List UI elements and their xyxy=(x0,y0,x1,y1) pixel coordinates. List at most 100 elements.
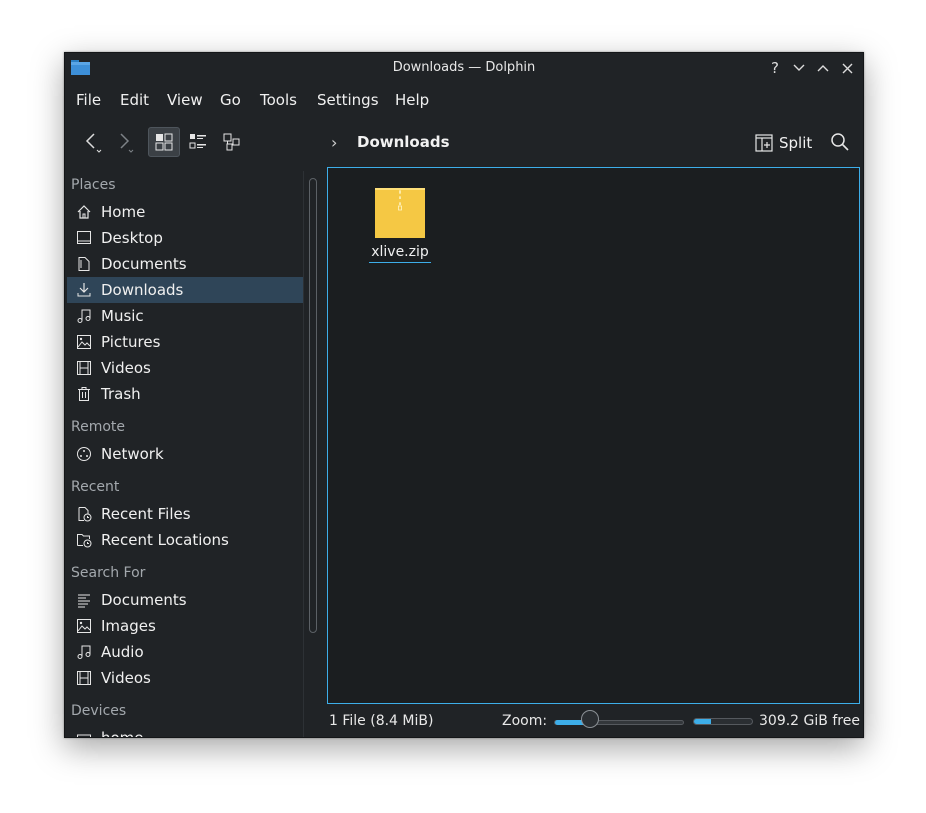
menu-settings[interactable]: Settings xyxy=(317,91,379,109)
minimize-button[interactable] xyxy=(789,58,809,78)
menu-go[interactable]: Go xyxy=(220,91,241,109)
disk-space-bar[interactable] xyxy=(693,718,753,725)
videos-icon xyxy=(75,669,93,687)
sidebar-item-label: Downloads xyxy=(101,281,184,299)
section-search-for: Search For xyxy=(71,565,146,581)
close-button[interactable] xyxy=(837,58,857,78)
menu-bar: File Edit View Go Tools Settings Help xyxy=(65,85,863,115)
sidebar-item-label: Documents xyxy=(101,255,187,273)
menu-file[interactable]: File xyxy=(76,91,101,109)
sidebar-item-label: Videos xyxy=(101,359,151,377)
videos-icon xyxy=(75,359,93,377)
file-item[interactable]: xlive.zip xyxy=(368,188,432,263)
section-devices: Devices xyxy=(71,703,127,719)
help-button[interactable]: ? xyxy=(765,58,785,78)
sidebar-item-search-images[interactable]: Images xyxy=(67,613,303,639)
sidebar-item-desktop[interactable]: Desktop xyxy=(67,225,303,251)
documents-icon xyxy=(75,255,93,273)
zoom-label: Zoom: xyxy=(502,713,548,729)
sidebar-item-pictures[interactable]: Pictures xyxy=(67,329,303,355)
sidebar-item-search-documents[interactable]: Documents xyxy=(67,587,303,613)
documents-search-icon xyxy=(75,591,93,609)
section-places: Places xyxy=(71,177,116,193)
file-name: xlive.zip xyxy=(369,244,431,263)
window-title: Downloads — Dolphin xyxy=(392,60,536,75)
breadcrumb-current[interactable]: Downloads xyxy=(357,133,450,151)
sidebar-item-label: Trash xyxy=(101,385,141,403)
audio-icon xyxy=(75,643,93,661)
sidebar-item-documents[interactable]: Documents xyxy=(67,251,303,277)
trash-icon xyxy=(75,385,93,403)
chevron-down-icon xyxy=(793,64,805,71)
close-icon xyxy=(842,63,852,73)
file-view[interactable]: xlive.zip xyxy=(327,167,860,704)
icons-view-icon xyxy=(155,133,173,151)
sidebar-scrollbar[interactable] xyxy=(309,178,317,633)
sidebar-item-search-videos[interactable]: Videos xyxy=(67,665,303,691)
details-view-button[interactable] xyxy=(216,127,248,157)
back-button[interactable] xyxy=(77,127,109,157)
network-icon xyxy=(75,445,93,463)
sidebar-item-label: Music xyxy=(101,307,144,325)
maximize-button[interactable] xyxy=(813,58,833,78)
details-view-icon xyxy=(223,133,240,151)
menu-tools[interactable]: Tools xyxy=(260,91,297,109)
back-arrow-icon xyxy=(85,133,102,153)
images-icon xyxy=(75,617,93,635)
compact-view-icon xyxy=(189,134,206,149)
music-icon xyxy=(75,307,93,325)
zoom-slider[interactable] xyxy=(554,720,684,725)
sidebar-item-music[interactable]: Music xyxy=(67,303,303,329)
disk-space-used xyxy=(694,719,712,724)
sidebar-item-trash[interactable]: Trash xyxy=(67,381,303,407)
forward-button[interactable] xyxy=(109,127,141,157)
sidebar-item-label: Documents xyxy=(101,591,187,609)
title-bar[interactable]: Downloads — Dolphin ? xyxy=(65,53,863,83)
compact-view-button[interactable] xyxy=(182,127,214,157)
places-panel: Places Home Desktop Documents Downloads … xyxy=(65,171,303,737)
sidebar-item-label: Desktop xyxy=(101,229,163,247)
sidebar-item-label: Recent Files xyxy=(101,505,191,523)
recent-locations-icon xyxy=(75,531,93,549)
recent-files-icon xyxy=(75,505,93,523)
sidebar-item-label: home xyxy=(101,729,144,737)
status-summary: 1 File (8.4 MiB) xyxy=(329,713,434,729)
home-icon xyxy=(75,203,93,221)
sidebar-item-downloads[interactable]: Downloads xyxy=(67,277,303,303)
sidebar-item-videos[interactable]: Videos xyxy=(67,355,303,381)
sidebar-item-search-audio[interactable]: Audio xyxy=(67,639,303,665)
drive-icon xyxy=(75,729,93,737)
pictures-icon xyxy=(75,333,93,351)
forward-arrow-icon xyxy=(120,133,134,153)
sidebar-item-recent-locations[interactable]: Recent Locations xyxy=(67,527,303,553)
sidebar-item-label: Audio xyxy=(101,643,144,661)
sidebar-item-label: Videos xyxy=(101,669,151,687)
panel-divider[interactable] xyxy=(303,171,304,737)
menu-view[interactable]: View xyxy=(167,91,203,109)
split-label: Split xyxy=(779,134,813,152)
breadcrumb-chevron-icon[interactable]: › xyxy=(331,133,337,152)
desktop-icon xyxy=(75,229,93,247)
section-remote: Remote xyxy=(71,419,126,435)
icons-view-button[interactable] xyxy=(148,127,180,157)
section-recent: Recent xyxy=(71,479,120,495)
free-space-label: 309.2 GiB free xyxy=(759,713,860,729)
dolphin-window: Downloads — Dolphin ? File Edit View Go … xyxy=(64,52,864,738)
sidebar-item-home[interactable]: Home xyxy=(67,199,303,225)
chevron-up-icon xyxy=(817,65,829,72)
sidebar-item-label: Recent Locations xyxy=(101,531,229,549)
sidebar-item-label: Network xyxy=(101,445,164,463)
sidebar-item-label: Home xyxy=(101,203,146,221)
zip-archive-icon xyxy=(375,188,425,238)
menu-edit[interactable]: Edit xyxy=(120,91,149,109)
split-button[interactable]: Split xyxy=(755,131,812,155)
menu-help[interactable]: Help xyxy=(395,91,429,109)
sidebar-item-network[interactable]: Network xyxy=(67,441,303,467)
zoom-slider-handle[interactable] xyxy=(581,710,600,728)
search-icon[interactable] xyxy=(829,131,851,153)
toolbar: › Downloads Split xyxy=(65,123,863,163)
sidebar-item-label: Images xyxy=(101,617,156,635)
sidebar-item-home-drive[interactable]: home xyxy=(67,725,303,737)
download-icon xyxy=(75,281,93,299)
sidebar-item-recent-files[interactable]: Recent Files xyxy=(67,501,303,527)
